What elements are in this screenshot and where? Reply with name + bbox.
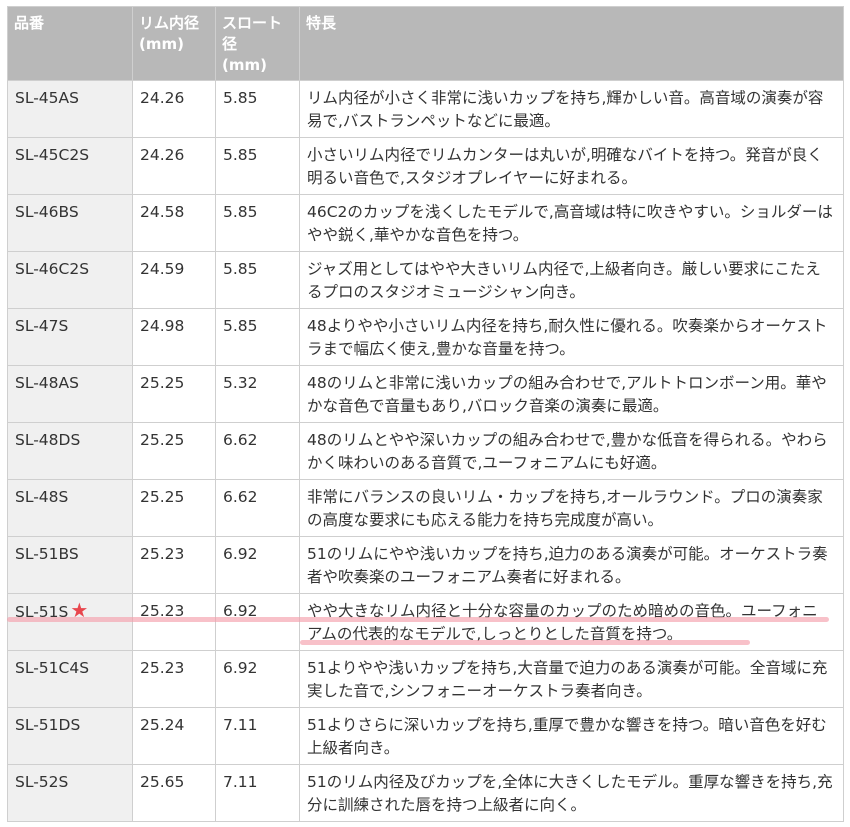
model-number: SL-48DS bbox=[15, 431, 81, 449]
cell-rim-diameter: 24.26 bbox=[132, 80, 216, 138]
cell-rim-diameter: 25.25 bbox=[132, 365, 216, 423]
cell-model: SL-48DS bbox=[7, 422, 133, 480]
model-number: SL-48AS bbox=[15, 374, 79, 392]
cell-rim-diameter: 25.25 bbox=[132, 422, 216, 480]
mouthpiece-spec-table: 品番 リム内径 (mm) スロート径 (mm) 特長 SL-45AS 24.26 5… bbox=[7, 6, 844, 822]
cell-throat-diameter: 6.62 bbox=[215, 479, 300, 537]
cell-throat-diameter: 7.11 bbox=[215, 764, 300, 822]
cell-model: SL-48AS bbox=[7, 365, 133, 423]
model-number: SL-46C2S bbox=[15, 260, 90, 278]
cell-rim-diameter: 25.23 bbox=[132, 536, 216, 594]
cell-model: SL-51BS bbox=[7, 536, 133, 594]
cell-rim-diameter: 24.59 bbox=[132, 251, 216, 309]
cell-throat-diameter: 5.85 bbox=[215, 137, 300, 195]
cell-model: SL-51S ★ bbox=[7, 593, 133, 651]
cell-throat-diameter: 6.62 bbox=[215, 422, 300, 480]
cell-feature: ジャズ用としてはやや大きいリム内径で,上級者向き。厳しい要求にこたえるプロのスタ… bbox=[299, 251, 844, 309]
cell-rim-diameter: 25.25 bbox=[132, 479, 216, 537]
cell-feature: 48のリムとやや深いカップの組み合わせで,豊かな低音を得られる。やわらかく味わい… bbox=[299, 422, 844, 480]
cell-model: SL-46C2S bbox=[7, 251, 133, 309]
table-row: SL-48AS 25.25 5.32 48のリムと非常に浅いカップの組み合わせで,アル… bbox=[7, 365, 844, 423]
table-row: SL-47S 24.98 5.85 48よりやや小さいリム内径を持ち,耐久性に優れる。… bbox=[7, 308, 844, 366]
cell-throat-diameter: 5.85 bbox=[215, 251, 300, 309]
cell-feature: 51よりさらに深いカップを持ち,重厚で豊かな響きを持つ。暗い音色を好む上級者向き… bbox=[299, 707, 844, 765]
header-feature: 特長 bbox=[299, 6, 844, 81]
cell-model: SL-47S bbox=[7, 308, 133, 366]
table-row: SL-45C2S 24.26 5.85 小さいリム内径でリムカンターは丸いが,明確なバ… bbox=[7, 137, 844, 195]
table-row: SL-51BS 25.23 6.92 51のリムにやや浅いカップを持ち,迫力のある演奏… bbox=[7, 536, 844, 594]
header-rim-diameter: リム内径 (mm) bbox=[132, 6, 216, 81]
table-row: SL-51DS 25.24 7.11 51よりさらに深いカップを持ち,重厚で豊かな響き… bbox=[7, 707, 844, 765]
cell-feature: リム内径が小さく非常に浅いカップを持ち,輝かしい音。高音域の演奏が容易で,バスト… bbox=[299, 80, 844, 138]
cell-model: SL-51DS bbox=[7, 707, 133, 765]
cell-feature: 48のリムと非常に浅いカップの組み合わせで,アルトトロンボーン用。華やかな音色で… bbox=[299, 365, 844, 423]
table-row: SL-48DS 25.25 6.62 48のリムとやや深いカップの組み合わせで,豊かな… bbox=[7, 422, 844, 480]
table-row: SL-45AS 24.26 5.85 リム内径が小さく非常に浅いカップを持ち,輝かしい… bbox=[7, 80, 844, 138]
cell-feature: 51よりやや浅いカップを持ち,大音量で迫力のある演奏が可能。全音域に充実した音で… bbox=[299, 650, 844, 708]
cell-throat-diameter: 6.92 bbox=[215, 593, 300, 651]
model-number: SL-46BS bbox=[15, 203, 79, 221]
table-row: SL-46C2S 24.59 5.85 ジャズ用としてはやや大きいリム内径で,上級者向… bbox=[7, 251, 844, 309]
cell-throat-diameter: 6.92 bbox=[215, 650, 300, 708]
cell-rim-diameter: 25.24 bbox=[132, 707, 216, 765]
cell-throat-diameter: 6.92 bbox=[215, 536, 300, 594]
table-header-row: 品番 リム内径 (mm) スロート径 (mm) 特長 bbox=[7, 6, 844, 81]
table-row: SL-46BS 24.58 5.85 46C2のカップを浅くしたモデルで,高音域は特に… bbox=[7, 194, 844, 252]
cell-throat-diameter: 5.85 bbox=[215, 194, 300, 252]
model-number: SL-47S bbox=[15, 317, 69, 335]
cell-feature: 48よりやや小さいリム内径を持ち,耐久性に優れる。吹奏楽からオーケストラまで幅広… bbox=[299, 308, 844, 366]
model-number: SL-48S bbox=[15, 488, 69, 506]
header-model: 品番 bbox=[7, 6, 133, 81]
table-row: SL-48S 25.25 6.62 非常にバランスの良いリム・カップを持ち,オールラウ… bbox=[7, 479, 844, 537]
table-row: SL-52S 25.65 7.11 51のリム内径及びカップを,全体に大きくしたモデル… bbox=[7, 764, 844, 822]
highlight-underline-1 bbox=[7, 617, 829, 622]
cell-model: SL-45C2S bbox=[7, 137, 133, 195]
cell-feature: 小さいリム内径でリムカンターは丸いが,明確なバイトを持つ。発音が良く明るい音色で… bbox=[299, 137, 844, 195]
cell-throat-diameter: 5.85 bbox=[215, 308, 300, 366]
model-number: SL-51C4S bbox=[15, 659, 90, 677]
cell-model: SL-48S bbox=[7, 479, 133, 537]
cell-rim-diameter: 24.98 bbox=[132, 308, 216, 366]
cell-rim-diameter: 24.26 bbox=[132, 137, 216, 195]
model-number: SL-51DS bbox=[15, 716, 81, 734]
cell-throat-diameter: 5.32 bbox=[215, 365, 300, 423]
cell-rim-diameter: 25.65 bbox=[132, 764, 216, 822]
cell-model: SL-45AS bbox=[7, 80, 133, 138]
model-number: SL-52S bbox=[15, 773, 69, 791]
cell-feature: 46C2のカップを浅くしたモデルで,高音域は特に吹きやすい。ショルダーはやや鋭く… bbox=[299, 194, 844, 252]
header-throat-diameter: スロート径 (mm) bbox=[215, 6, 300, 81]
table-row: SL-51C4S 25.23 6.92 51よりやや浅いカップを持ち,大音量で迫力のあ… bbox=[7, 650, 844, 708]
cell-throat-diameter: 5.85 bbox=[215, 80, 300, 138]
cell-feature: 51のリム内径及びカップを,全体に大きくしたモデル。重厚な響きを持ち,充分に訓練… bbox=[299, 764, 844, 822]
model-number: SL-45C2S bbox=[15, 146, 90, 164]
cell-feature: 51のリムにやや浅いカップを持ち,迫力のある演奏が可能。オーケストラ奏者や吹奏楽… bbox=[299, 536, 844, 594]
cell-model: SL-52S bbox=[7, 764, 133, 822]
highlight-underline-2 bbox=[300, 640, 750, 645]
model-number: SL-51BS bbox=[15, 545, 79, 563]
cell-model: SL-46BS bbox=[7, 194, 133, 252]
cell-rim-diameter: 25.23 bbox=[132, 593, 216, 651]
cell-model: SL-51C4S bbox=[7, 650, 133, 708]
cell-rim-diameter: 24.58 bbox=[132, 194, 216, 252]
cell-rim-diameter: 25.23 bbox=[132, 650, 216, 708]
cell-feature: 非常にバランスの良いリム・カップを持ち,オールラウンド。プロの演奏家の高度な要求… bbox=[299, 479, 844, 537]
cell-throat-diameter: 7.11 bbox=[215, 707, 300, 765]
model-number: SL-45AS bbox=[15, 89, 79, 107]
